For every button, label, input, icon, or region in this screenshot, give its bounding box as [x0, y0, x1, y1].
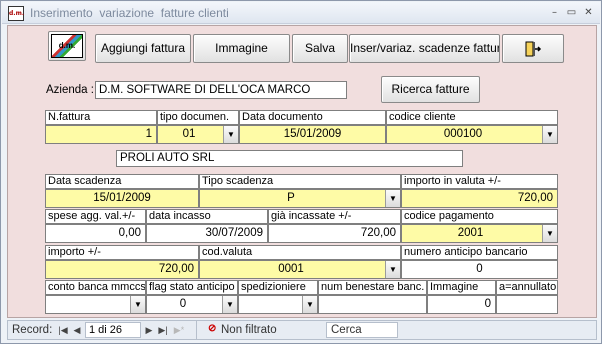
collection-date-field[interactable]: 30/07/2009 — [146, 224, 268, 243]
doc-type-value: 01 — [182, 128, 196, 140]
bank-account-header: conto banca mmccs — [45, 280, 146, 295]
amount-field[interactable]: 720,00 — [45, 260, 199, 279]
doc-type-header: tipo documen. — [157, 110, 239, 125]
cancelled-field[interactable] — [496, 295, 558, 314]
app-window: d.m. Inserimento variazione fatture clie… — [0, 0, 602, 344]
customer-code-select[interactable]: 000100 ▼ — [386, 125, 558, 144]
schedule-button[interactable]: Inser/variaz. scadenze fattura — [349, 34, 500, 63]
invoice-number-header: N.fattura — [45, 110, 157, 125]
amount-header: importo +/- — [45, 245, 199, 260]
chevron-down-icon[interactable]: ▼ — [130, 296, 145, 313]
doc-type-select[interactable]: 01 ▼ — [157, 125, 239, 144]
chevron-down-icon[interactable]: ▼ — [542, 126, 557, 143]
invoice-form: d.m. Aggiungi fattura Immagine Salva Ins… — [7, 25, 597, 318]
image-header: Immagine — [427, 280, 496, 295]
filter-icon: ⊘ — [208, 323, 217, 334]
currency-code-header: cod.valuta — [199, 245, 401, 260]
image-field[interactable]: 0 — [427, 295, 496, 314]
title-bar: d.m. Inserimento variazione fatture clie… — [2, 2, 600, 24]
advance-status-header: flag stato anticipo — [146, 280, 238, 295]
exit-door-icon — [525, 41, 542, 57]
restore-icon[interactable]: ▭ — [564, 6, 579, 20]
collection-date-header: data incasso — [146, 209, 268, 224]
payment-code-header: codice pagamento — [401, 209, 558, 224]
record-position-field[interactable]: 1 di 26 — [85, 322, 141, 338]
customer-name-field: PROLI AUTO SRL — [116, 150, 463, 167]
chevron-down-icon[interactable]: ▼ — [302, 296, 317, 313]
due-type-select[interactable]: P ▼ — [199, 189, 401, 208]
dm-logo-icon: d.m. — [51, 34, 83, 58]
last-record-icon[interactable]: ▶| — [156, 323, 170, 338]
due-date-header: Data scadenza — [45, 174, 199, 189]
customer-code-header: codice cliente — [386, 110, 558, 125]
extra-costs-field[interactable]: 0,00 — [45, 224, 146, 243]
shipment-select[interactable]: ▼ — [238, 295, 318, 314]
company-label: Azienda : — [46, 84, 94, 96]
minimize-icon[interactable]: – — [547, 6, 562, 20]
first-record-icon[interactable]: |◀ — [56, 323, 70, 338]
bank-approval-header: num benestare banc. — [318, 280, 427, 295]
filter-status[interactable]: Non filtrato — [221, 324, 277, 336]
doc-date-field[interactable]: 15/01/2009 — [239, 125, 386, 144]
due-type-header: Tipo scadenza — [199, 174, 401, 189]
record-navigation-bar: Record: |◀ ◀ 1 di 26 ▶ ▶| ▶* ⊘ Non filtr… — [7, 320, 597, 340]
due-date-field[interactable]: 15/01/2009 — [45, 189, 199, 208]
next-record-icon[interactable]: ▶ — [143, 323, 155, 338]
logo-button[interactable]: d.m. — [48, 31, 86, 61]
save-button[interactable]: Salva — [292, 34, 348, 63]
window-title: Inserimento variazione fatture clienti — [30, 6, 229, 20]
bank-advance-header: numero anticipo bancario — [401, 245, 558, 260]
currency-code-select[interactable]: 0001 ▼ — [199, 260, 401, 279]
due-type-value: P — [287, 192, 295, 204]
prev-record-icon[interactable]: ◀ — [71, 323, 83, 338]
doc-date-header: Data documento — [239, 110, 386, 125]
already-collected-header: già incassate +/- — [268, 209, 401, 224]
search-input[interactable]: Cerca — [326, 322, 398, 338]
divider — [196, 321, 197, 339]
exit-button[interactable] — [502, 34, 564, 63]
chevron-down-icon[interactable]: ▼ — [542, 225, 557, 242]
app-icon: d.m. — [8, 6, 24, 21]
invoice-number-field[interactable]: 1 — [45, 125, 157, 144]
close-icon[interactable]: ✕ — [581, 6, 596, 20]
bank-account-select[interactable]: ▼ — [45, 295, 146, 314]
amount-currency-field[interactable]: 720,00 — [401, 189, 558, 208]
payment-code-value: 2001 — [457, 227, 484, 239]
amount-currency-header: importo in valuta +/- — [401, 174, 558, 189]
payment-code-select[interactable]: 2001 ▼ — [401, 224, 558, 243]
chevron-down-icon[interactable]: ▼ — [385, 261, 400, 278]
cancelled-header: a=annullato — [496, 280, 558, 295]
customer-code-value: 000100 — [443, 128, 483, 140]
shipment-header: spedizioniere — [238, 280, 318, 295]
record-label: Record: — [12, 324, 53, 336]
add-invoice-button[interactable]: Aggiungi fattura — [95, 34, 191, 63]
already-collected-field[interactable]: 720,00 — [268, 224, 401, 243]
advance-status-select[interactable]: 0 ▼ — [146, 295, 238, 314]
bank-approval-field[interactable] — [318, 295, 427, 314]
advance-status-value: 0 — [179, 298, 187, 310]
extra-costs-header: spese agg. val.+/- — [45, 209, 146, 224]
chevron-down-icon[interactable]: ▼ — [385, 190, 400, 207]
search-invoices-button[interactable]: Ricerca fatture — [381, 76, 480, 103]
new-record-icon[interactable]: ▶* — [171, 323, 187, 338]
image-button[interactable]: Immagine — [193, 34, 290, 63]
chevron-down-icon[interactable]: ▼ — [223, 126, 238, 143]
bank-advance-field[interactable]: 0 — [401, 260, 558, 279]
chevron-down-icon[interactable]: ▼ — [222, 296, 237, 313]
company-field[interactable]: D.M. SOFTWARE DI DELL'OCA MARCO — [95, 81, 347, 99]
currency-code-value: 0001 — [278, 263, 304, 275]
